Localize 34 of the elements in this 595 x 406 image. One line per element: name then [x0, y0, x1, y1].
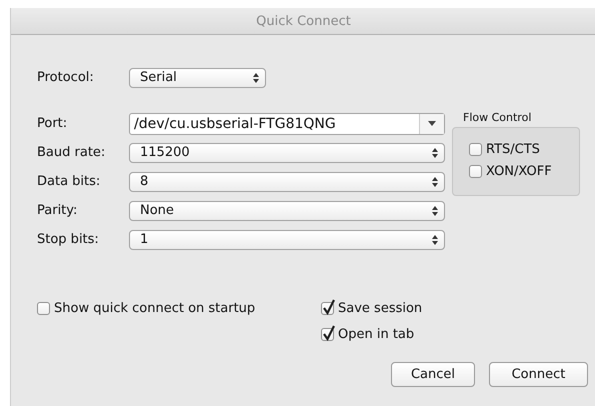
up-down-arrows-icon [432, 148, 438, 158]
cancel-button[interactable]: Cancel [391, 362, 475, 387]
select-field[interactable]: 115200 [129, 142, 445, 162]
up-down-arrows-icon [253, 72, 259, 82]
checkbox[interactable] [469, 164, 482, 178]
up-down-arrows-icon [432, 234, 438, 244]
checkmark-icon [322, 298, 336, 314]
select-field[interactable]: 8 [129, 172, 445, 192]
field-label: Port: [37, 116, 68, 131]
group-title: Flow Control [462, 111, 532, 124]
checkbox-label: Open in tab [338, 326, 414, 342]
field-label: Baud rate: [37, 145, 106, 160]
checkbox-label: RTS/CTS [486, 142, 540, 156]
up-down-arrows-icon [432, 206, 438, 216]
select-field[interactable]: 1 [129, 230, 445, 250]
port-combo-field[interactable]: /dev/cu.usbserial-FTG81QNG [129, 112, 445, 134]
dropdown-arrow-icon [428, 121, 436, 126]
checkbox[interactable] [469, 142, 482, 156]
protocol-select[interactable]: Serial [129, 68, 266, 88]
checkbox[interactable] [321, 328, 334, 340]
checkbox-label: XON/XOFF [486, 164, 552, 178]
field-label: Data bits: [37, 174, 102, 189]
checkbox[interactable] [37, 302, 50, 314]
field-label: Protocol: [37, 70, 95, 85]
checkbox-label: Show quick connect on startup [54, 300, 256, 316]
up-down-arrows-icon [432, 176, 438, 186]
checkmark-icon [322, 324, 336, 340]
checkbox[interactable] [321, 302, 334, 314]
window-title: Quick Connect [256, 14, 351, 28]
field-label: Stop bits: [37, 232, 100, 247]
field-label: Parity: [37, 203, 78, 218]
select-field[interactable]: None [129, 200, 445, 220]
connect-button[interactable]: Connect [489, 362, 588, 387]
checkbox-label: Save session [338, 300, 422, 316]
